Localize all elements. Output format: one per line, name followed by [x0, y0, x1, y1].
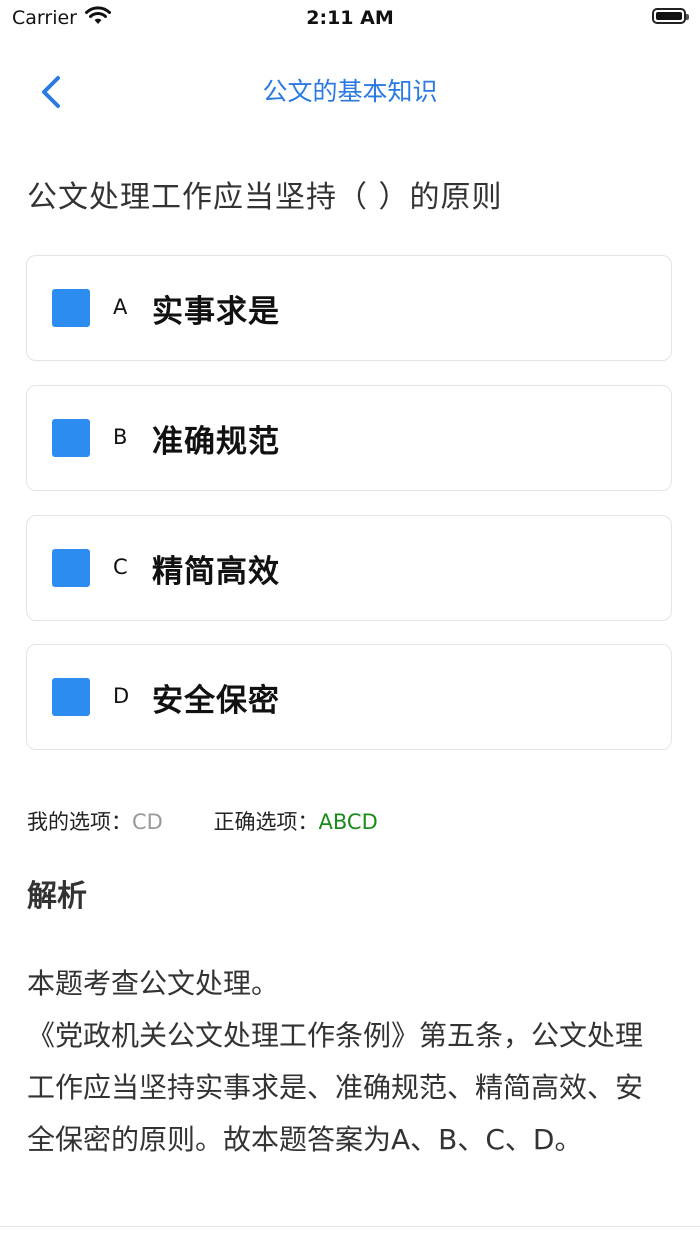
question-text: 公文处理工作应当坚持（ ）的原则 — [27, 180, 503, 215]
option-letter: B — [113, 425, 128, 449]
status-bar: Carrier 2:11 AM — [0, 0, 700, 36]
option-letter: D — [113, 684, 130, 708]
analysis-body: 本题考查公文处理。 《党政机关公文处理工作条例》第五条，公文处理工作应当坚持实事… — [27, 958, 667, 1166]
option-text: 精简高效 — [152, 554, 280, 590]
analysis-line: 《党政机关公文处理工作条例》第五条，公文处理工作应当坚持实事求是、准确规范、精简… — [27, 1019, 644, 1156]
my-answer-value: CD — [132, 810, 163, 834]
checkbox-icon[interactable] — [52, 549, 90, 587]
checkbox-icon[interactable] — [52, 419, 90, 457]
checkbox-icon[interactable] — [52, 289, 90, 327]
correct-answer-value: ABCD — [318, 810, 378, 834]
status-time: 2:11 AM — [306, 7, 394, 29]
option-d[interactable]: D 安全保密 — [26, 644, 672, 750]
option-text: 准确规范 — [152, 424, 280, 460]
option-letter: C — [113, 555, 128, 579]
bottom-divider — [0, 1226, 700, 1227]
option-b[interactable]: B 准确规范 — [26, 385, 672, 491]
option-letter: A — [113, 295, 128, 319]
correct-answer-label: 正确选项： — [213, 810, 319, 834]
option-a[interactable]: A 实事求是 — [26, 255, 672, 361]
checkbox-icon[interactable] — [52, 678, 90, 716]
analysis-heading: 解析 — [27, 879, 87, 914]
answer-summary: 我的选项：CD 正确选项：ABCD — [27, 806, 378, 836]
option-c[interactable]: C 精简高效 — [26, 515, 672, 621]
my-answer-label: 我的选项： — [27, 810, 132, 834]
option-text: 安全保密 — [152, 683, 280, 719]
page-title: 公文的基本知识 — [262, 77, 438, 106]
analysis-line: 本题考查公文处理。 — [27, 967, 280, 1000]
option-text: 实事求是 — [152, 294, 280, 330]
navigation-bar: 公文的基本知识 — [0, 56, 700, 122]
battery-icon — [652, 8, 689, 24]
